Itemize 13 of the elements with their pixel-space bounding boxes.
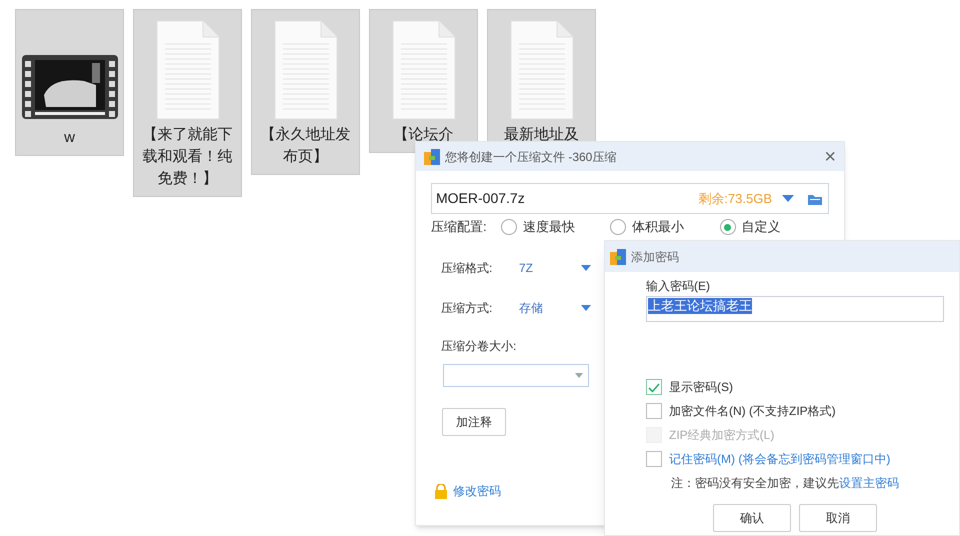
file-name: 【论坛介 bbox=[392, 125, 454, 145]
config-label: 压缩配置: bbox=[431, 218, 488, 236]
file-name: w bbox=[63, 128, 76, 148]
field-label: 压缩格式: bbox=[441, 260, 494, 277]
file-name: 【来了就能下载和观看！纯免费！】 bbox=[142, 125, 234, 189]
password-label: 输入密码(E) bbox=[646, 278, 711, 295]
free-space-text: 剩余:73.5GB bbox=[698, 190, 772, 208]
field-label: 压缩方式: bbox=[441, 300, 494, 317]
field-label: 压缩分卷大小: bbox=[441, 338, 518, 355]
file-name: 最新地址及 bbox=[503, 125, 580, 145]
file-name: 【永久地址发布页】 bbox=[260, 125, 352, 167]
note-text: 注：密码没有安全加密，建议先设置主密码 bbox=[671, 475, 900, 492]
dialog-title: 添加密码 bbox=[631, 248, 679, 266]
